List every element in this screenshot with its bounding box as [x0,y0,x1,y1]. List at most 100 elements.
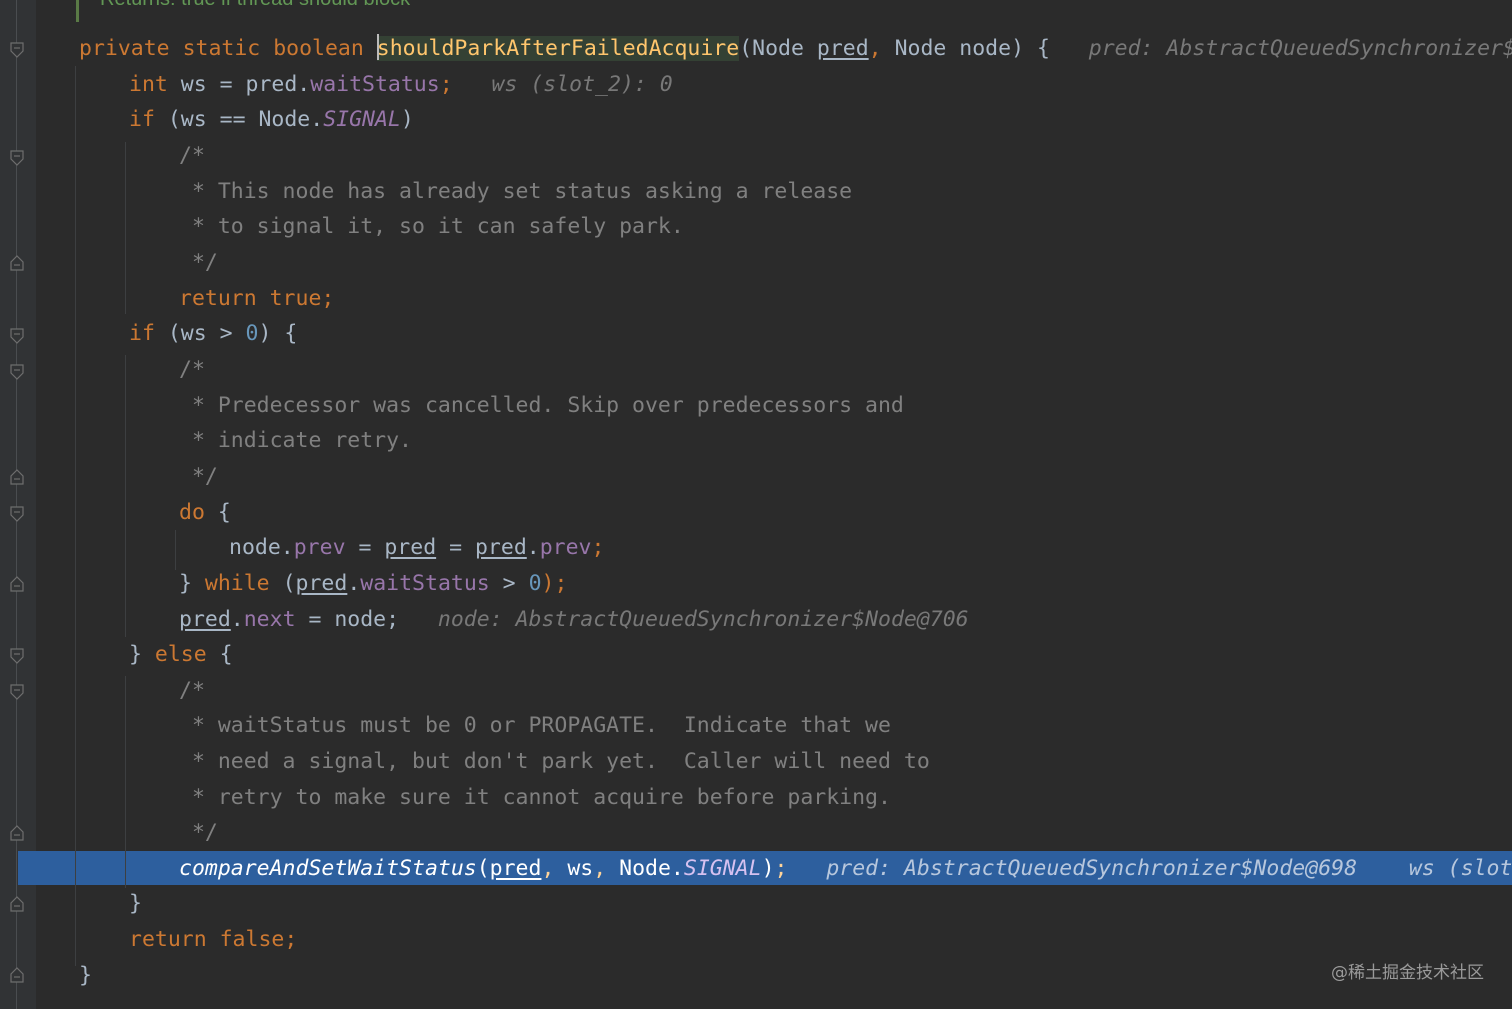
keyword: boolean [273,36,364,61]
punctuation: . [526,535,540,560]
code-line[interactable]: pred.next = node; node: AbstractQueuedSy… [179,602,969,638]
punctuation: , [593,856,607,881]
constant-name: SIGNAL [683,856,762,881]
code-line[interactable]: } else { [129,637,233,673]
code-line[interactable]: } while (pred.waitStatus > 0); [179,566,567,602]
fold-start-icon[interactable] [10,150,24,166]
indent-guide [125,676,126,888]
comment-line: /* [179,143,205,168]
code-text: = [345,535,385,560]
method-name[interactable]: shouldParkAfterFailedAcquire [377,36,739,61]
code-text: ws = pred. [180,72,311,97]
type-name: Node [752,36,804,61]
keyword: return true; [179,286,335,311]
fold-start-icon[interactable] [10,364,24,380]
punctuation: { [219,642,233,667]
debug-inline-value: pred: AbstractQueuedSynchronizer$Nod [1088,36,1512,61]
punctuation: ( [282,571,296,596]
code-text: (ws == Node. [167,107,324,132]
code-line-method-declaration[interactable]: private static boolean shouldParkAfterFa… [79,31,1512,67]
number-literal: 0 [528,571,542,596]
keyword: while [204,571,270,596]
debug-inline-value: ws (slot_2): 0 [491,72,673,97]
punctuation: ) { [1011,36,1050,61]
keyword: else [154,642,207,667]
punctuation: ( [476,856,490,881]
punctuation: . [347,571,361,596]
code-text: (ws > [167,321,246,346]
keyword: return false; [129,927,298,952]
parameter-name[interactable]: pred [179,607,231,632]
code-line[interactable]: if (ws > 0) { [129,316,297,352]
comment-line: * indicate retry. [179,428,412,453]
keyword: int [129,72,168,97]
debug-inline-value: ws (slot_2) [1408,856,1512,881]
punctuation: , [868,36,882,61]
keyword: if [129,107,155,132]
indent-guide [175,530,176,570]
parameter-name[interactable]: pred [817,36,869,61]
field-name: next [243,607,296,632]
method-name-highlight: shouldParkAfterFailedAcquire [376,34,740,61]
fold-start-icon[interactable] [10,42,24,58]
code-text: node. [229,535,294,560]
code-line[interactable]: do { [179,495,231,531]
constant-name: SIGNAL [323,107,401,132]
code-text: ws [567,856,594,881]
comment-line: * need a signal, but don't park yet. Cal… [179,749,930,774]
code-line[interactable]: } [129,886,142,922]
code-line[interactable]: int ws = pred.waitStatus; ws (slot_2): 0 [129,67,673,103]
code-line[interactable]: if (ws == Node.SIGNAL) [129,102,414,138]
fold-start-icon[interactable] [10,684,24,700]
comment-line: /* [179,678,205,703]
punctuation: ; [591,535,605,560]
parameter-name[interactable]: pred [490,856,542,881]
code-editor[interactable]: Returns: true if thread should block pri… [0,0,1512,1009]
doc-comment-bar [76,0,79,22]
method-call[interactable]: compareAndSetWaitStatus [179,856,477,881]
code-line[interactable]: return true; [179,281,334,317]
fold-end-icon[interactable] [10,825,24,841]
fold-end-icon[interactable] [10,469,24,485]
indent-guide [125,142,126,314]
keyword: private [79,36,170,61]
field-name: waitStatus [360,571,490,596]
code-text: > [489,571,529,596]
indent-guide [125,355,126,637]
punctuation: ) { [258,321,298,346]
indent-guide [75,66,76,966]
parameter-name[interactable]: pred [384,535,436,560]
code-line-current-execution[interactable]: compareAndSetWaitStatus(pred, ws, Node.S… [179,851,1512,887]
field-name: prev [293,535,346,560]
debug-inline-value: pred: AbstractQueuedSynchronizer$Node@69… [826,856,1358,881]
field-name: prev [539,535,592,560]
fold-start-icon[interactable] [10,328,24,344]
code-text: = node; [295,607,400,632]
fold-start-icon[interactable] [10,506,24,522]
punctuation: . [230,607,244,632]
fold-end-icon[interactable] [10,967,24,983]
fold-end-icon[interactable] [10,255,24,271]
punctuation: } [129,642,142,667]
fold-end-icon[interactable] [10,576,24,592]
parameter-name[interactable]: pred [296,571,348,596]
comment-line: * This node has already set status askin… [179,179,853,204]
punctuation: ); [541,571,568,596]
code-line[interactable]: node.prev = pred = pred.prev; [229,530,604,566]
parameter-name[interactable]: pred [475,535,527,560]
field-name: waitStatus [310,72,440,97]
keyword: if [129,321,155,346]
punctuation: ) [400,107,414,132]
comment-line: * Predecessor was cancelled. Skip over p… [179,393,904,418]
fold-start-icon[interactable] [10,648,24,664]
fold-end-icon[interactable] [10,896,24,912]
punctuation: ; [774,856,788,881]
code-line[interactable]: return false; [129,922,297,958]
comment-line: * to signal it, so it can safely park. [179,214,684,239]
debug-inline-value: node: AbstractQueuedSynchronizer$Node@70… [437,607,969,632]
number-literal: 0 [245,321,259,346]
keyword: static [182,36,261,61]
code-line[interactable]: } [79,958,92,994]
code-text: Node. [619,856,684,881]
parameter-name[interactable]: node [959,36,1011,61]
